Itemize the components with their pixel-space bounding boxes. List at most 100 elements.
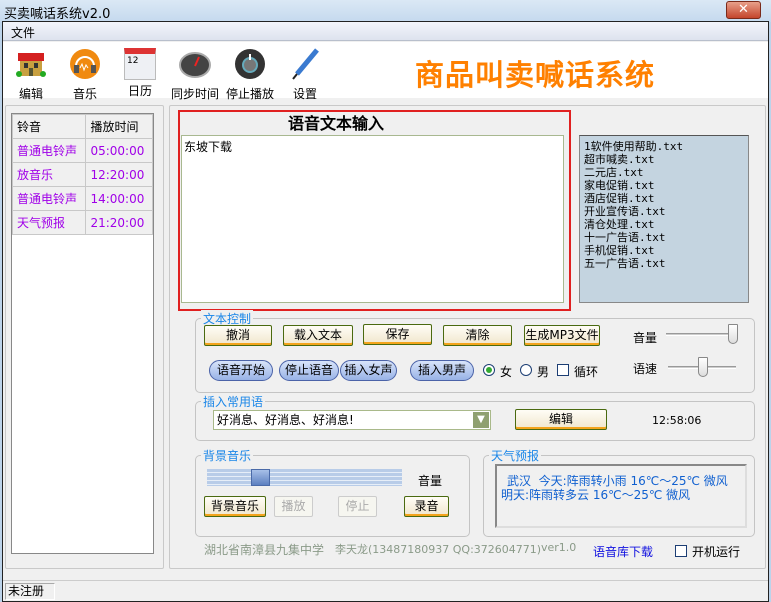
phrase-selected: 好消息、好消息、好消息! — [217, 413, 354, 427]
toolbar-music-label: 音乐 — [72, 87, 97, 101]
school-text: 湖北省南漳县九集中学 — [204, 543, 325, 557]
toolbar-calendar[interactable]: 12 日历 — [112, 48, 168, 99]
close-button[interactable]: ✕ — [726, 1, 761, 19]
phrase-select[interactable]: 好消息、好消息、好消息! ▼ — [213, 410, 491, 430]
insert-male-button[interactable]: 插入男声 — [410, 360, 474, 381]
window-title: 买卖喊话系统v2.0 — [4, 7, 111, 22]
toolbar-calendar-label: 日历 — [127, 84, 152, 98]
list-item[interactable]: 超市喊卖.txt — [584, 153, 744, 166]
bgm-volume-label: 音量 — [418, 474, 443, 488]
toolbar-edit[interactable]: 编辑 — [3, 48, 59, 102]
bgm-volume-slider[interactable] — [207, 469, 402, 486]
bgm-volume-thumb[interactable] — [251, 469, 270, 486]
list-item[interactable]: 1软件使用帮助.txt — [584, 140, 744, 153]
status-bar: 未注册 — [3, 580, 768, 601]
list-item[interactable]: 二元店.txt — [584, 166, 744, 179]
table-row[interactable]: 天气预报 21:20:00 — [11, 210, 153, 235]
bgm-button[interactable]: 背景音乐 — [204, 496, 266, 517]
female-radio[interactable] — [483, 364, 495, 376]
table-header: 铃音 播放时间 — [11, 114, 153, 139]
table-row[interactable]: 普通电铃声 05:00:00 — [11, 138, 153, 163]
weather-today: 武汉 今天:阵雨转小雨 16℃～25℃ 微风 — [507, 474, 728, 488]
schedule-list[interactable]: 铃音 播放时间 普通电铃声 05:00:00 放音乐 12:20:00 普通电铃声 14… — [11, 113, 154, 554]
version-text: ver1.0 — [541, 541, 577, 554]
toolbar-settings[interactable]: 设置 — [277, 48, 333, 102]
bgm-label: 背景音乐 — [201, 447, 254, 464]
cell-time: 21:20:00 — [85, 210, 153, 235]
male-radio[interactable] — [520, 364, 532, 376]
cell-time: 12:20:00 — [85, 162, 153, 187]
speech-start-button[interactable]: 语音开始 — [209, 360, 273, 381]
house-icon — [16, 53, 46, 77]
status-text: 未注册 — [5, 583, 55, 600]
load-text-button[interactable]: 载入文本 — [283, 325, 353, 346]
toolbar-music[interactable]: 音乐 — [57, 48, 113, 102]
generate-mp3-button[interactable]: 生成MP3文件 — [524, 325, 600, 346]
weather-display: 武汉 今天:阵雨转小雨 16℃～25℃ 微风 明天:阵雨转多云 16℃～25℃ … — [495, 464, 747, 528]
calendar-day: 12 — [127, 56, 139, 66]
weather-tomorrow: 明天:阵雨转多云 16℃～25℃ 微风 — [501, 488, 691, 502]
volume-label: 音量 — [633, 331, 658, 345]
clear-button[interactable]: 清除 — [443, 325, 512, 346]
loop-checkbox[interactable] — [557, 364, 569, 376]
speech-text-input[interactable]: 东坡下载 — [181, 135, 564, 303]
list-item[interactable]: 十一广告语.txt — [584, 231, 744, 244]
file-list[interactable]: 1软件使用帮助.txt 超市喊卖.txt 二元店.txt 家电促销.txt 酒店… — [579, 135, 749, 303]
toolbar: 编辑 音乐 12 日历 同步时间 停止播放 设置 商品叫卖喊话系统 — [3, 42, 768, 101]
cell-sound: 普通电铃声 — [11, 186, 87, 211]
loop-label: 循环 — [574, 365, 599, 379]
list-item[interactable]: 酒店促销.txt — [584, 192, 744, 205]
stop-button[interactable]: 停止 — [338, 496, 377, 517]
list-item[interactable]: 手机促销.txt — [584, 244, 744, 257]
chevron-down-icon[interactable]: ▼ — [473, 412, 489, 428]
volume-slider-thumb[interactable] — [728, 324, 738, 344]
speed-slider-thumb[interactable] — [698, 357, 708, 377]
phrases-label: 插入常用语 — [201, 393, 266, 410]
clock: 12:58:06 — [652, 414, 702, 427]
list-item[interactable]: 清仓处理.txt — [584, 218, 744, 231]
editor-title: 语音文本输入 — [288, 114, 385, 133]
menu-file[interactable]: 文件 — [11, 24, 35, 41]
headphones-icon — [70, 49, 100, 79]
female-label: 女 — [500, 365, 513, 379]
cell-sound: 放音乐 — [11, 162, 87, 187]
speed-label: 语速 — [633, 362, 658, 376]
volume-slider[interactable] — [666, 333, 736, 336]
toolbar-settings-label: 设置 — [292, 87, 317, 101]
save-button[interactable]: 保存 — [363, 324, 432, 345]
speech-stop-button[interactable]: 停止语音 — [279, 360, 339, 381]
autostart-checkbox[interactable] — [675, 545, 687, 557]
toolbar-sync-time-label: 同步时间 — [170, 87, 219, 101]
weather-label: 天气预报 — [489, 447, 542, 464]
download-link[interactable]: 语音库下载 — [593, 543, 653, 560]
header-sound[interactable]: 铃音 — [11, 114, 87, 139]
undo-button[interactable]: 撤消 — [204, 325, 272, 346]
calendar-icon: 12 — [124, 48, 156, 80]
header-time[interactable]: 播放时间 — [85, 114, 153, 139]
toolbar-stop-play-label: 停止播放 — [225, 87, 274, 101]
power-icon — [235, 49, 265, 79]
cell-time: 05:00:00 — [85, 138, 153, 163]
title-bar: 买卖喊话系统v2.0 ✕ — [0, 0, 771, 22]
gauge-icon — [179, 52, 211, 78]
record-button[interactable]: 录音 — [404, 496, 449, 517]
male-label: 男 — [537, 365, 550, 379]
cell-time: 14:00:00 — [85, 186, 153, 211]
insert-female-button[interactable]: 插入女声 — [340, 360, 397, 381]
table-row[interactable]: 放音乐 12:20:00 — [11, 162, 153, 187]
author-text: 李天龙(13487180937 QQ:372604771) — [335, 543, 542, 556]
play-button[interactable]: 播放 — [274, 496, 313, 517]
phrase-edit-button[interactable]: 编辑 — [515, 409, 607, 430]
toolbar-edit-label: 编辑 — [18, 87, 43, 101]
toolbar-stop-play[interactable]: 停止播放 — [222, 48, 278, 102]
list-item[interactable]: 开业宣传语.txt — [584, 205, 744, 218]
pen-icon — [292, 48, 319, 80]
cell-sound: 天气预报 — [11, 210, 87, 235]
list-item[interactable]: 家电促销.txt — [584, 179, 744, 192]
cell-sound: 普通电铃声 — [11, 138, 87, 163]
table-row[interactable]: 普通电铃声 14:00:00 — [11, 186, 153, 211]
list-item[interactable]: 五一广告语.txt — [584, 257, 744, 270]
autostart-label: 开机运行 — [692, 545, 741, 559]
toolbar-sync-time[interactable]: 同步时间 — [167, 48, 223, 102]
menu-bar: 文件 — [3, 22, 768, 41]
